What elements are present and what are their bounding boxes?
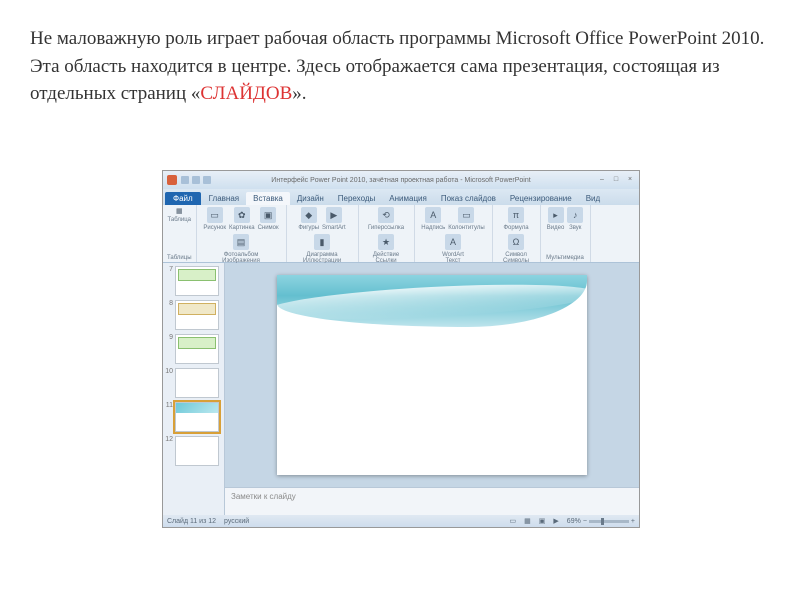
close-button[interactable]: ×: [625, 176, 635, 184]
notes-pane[interactable]: Заметки к слайду: [225, 487, 639, 515]
video-icon[interactable]: ▸: [548, 207, 564, 223]
zoom-slider[interactable]: [589, 520, 629, 523]
ribbon-group-illustrations: ◆Фигуры ▶SmartArt ▮Диаграмма Иллюстрации: [287, 205, 359, 262]
desc-highlight: СЛАЙДОВ: [200, 83, 292, 104]
thumbnail-10[interactable]: 10: [165, 368, 222, 398]
page-description: Не маловажную роль играет рабочая област…: [0, 0, 800, 118]
chart-icon[interactable]: ▮: [314, 234, 330, 250]
view-sorter-icon[interactable]: ▦: [524, 517, 531, 525]
audio-icon[interactable]: ♪: [567, 207, 583, 223]
window-title: Интерфейс Power Point 2010, зачётная про…: [271, 177, 530, 184]
zoom-in-icon[interactable]: +: [631, 518, 635, 525]
ribbon-group-tables: ▦ Таблица Таблицы: [163, 205, 197, 262]
table-label: Таблица: [167, 217, 191, 223]
thumbnail-7[interactable]: 7: [165, 266, 222, 296]
tab-review[interactable]: Рецензирование: [503, 192, 579, 205]
tab-slideshow[interactable]: Показ слайдов: [434, 192, 503, 205]
tab-file[interactable]: Файл: [165, 192, 201, 205]
titlebar: Интерфейс Power Point 2010, зачётная про…: [163, 171, 639, 189]
tab-home[interactable]: Главная: [202, 192, 246, 205]
ribbon-group-text: AНадпись ▭Колонтитулы AWordArt Текст: [415, 205, 493, 262]
slide-editing-area[interactable]: [225, 263, 639, 487]
zoom-control[interactable]: 69% − +: [567, 518, 635, 525]
qat-redo-icon[interactable]: [203, 176, 211, 184]
clipart-icon[interactable]: ✿: [234, 207, 250, 223]
language-indicator[interactable]: русский: [224, 518, 249, 525]
view-slideshow-icon[interactable]: ▶: [553, 517, 558, 525]
thumbnail-12[interactable]: 12: [165, 436, 222, 466]
group-tables-label: Таблицы: [167, 255, 192, 261]
minimize-button[interactable]: –: [597, 176, 607, 184]
ribbon-group-images: ▭Рисунок ✿Картинка ▣Снимок ▤Фотоальбом И…: [197, 205, 287, 262]
slide-counter: Слайд 11 из 12: [167, 518, 216, 525]
header-footer-icon[interactable]: ▭: [458, 207, 474, 223]
thumbnail-11[interactable]: 11: [165, 402, 222, 432]
tab-animation[interactable]: Анимация: [382, 192, 434, 205]
shapes-icon[interactable]: ◆: [301, 207, 317, 223]
ribbon-tabs: Файл Главная Вставка Дизайн Переходы Ани…: [163, 189, 639, 205]
group-media-label: Мультимедиа: [546, 255, 584, 261]
current-slide[interactable]: [277, 275, 587, 475]
quick-access-toolbar: [181, 176, 211, 184]
table-icon[interactable]: ▦: [176, 207, 183, 215]
smartart-icon[interactable]: ▶: [326, 207, 342, 223]
hyperlink-icon[interactable]: ⟲: [378, 207, 394, 223]
zoom-value: 69%: [567, 518, 581, 525]
thumbnail-8[interactable]: 8: [165, 300, 222, 330]
maximize-button[interactable]: □: [611, 176, 621, 184]
app-logo-icon: [167, 175, 177, 185]
view-normal-icon[interactable]: ▭: [510, 517, 517, 525]
view-reading-icon[interactable]: ▣: [539, 517, 546, 525]
textbox-icon[interactable]: A: [425, 207, 441, 223]
powerpoint-window: Интерфейс Power Point 2010, зачётная про…: [162, 170, 640, 528]
notes-placeholder: Заметки к слайду: [231, 492, 296, 501]
ribbon-group-links: ⟲Гиперссылка ★Действие Ссылки: [359, 205, 415, 262]
statusbar: Слайд 11 из 12 русский ▭ ▦ ▣ ▶ 69% − +: [163, 515, 639, 527]
tab-view[interactable]: Вид: [579, 192, 607, 205]
main-panel: Заметки к слайду: [225, 263, 639, 515]
action-icon[interactable]: ★: [378, 234, 394, 250]
desc-text-1: Не маловажную роль играет рабочая област…: [30, 28, 764, 104]
desc-text-2: ».: [292, 83, 306, 104]
window-controls: – □ ×: [597, 176, 635, 184]
photoalbum-icon[interactable]: ▤: [233, 234, 249, 250]
slide-thumbnail-panel[interactable]: 7 8 9 10 11 12: [163, 263, 225, 515]
symbol-icon[interactable]: Ω: [508, 234, 524, 250]
ribbon-group-symbols: πФормула ΩСимвол Символы: [493, 205, 541, 262]
workarea: 7 8 9 10 11 12 Заметки к слайду: [163, 263, 639, 515]
picture-icon[interactable]: ▭: [207, 207, 223, 223]
zoom-out-icon[interactable]: −: [583, 518, 587, 525]
tab-design[interactable]: Дизайн: [290, 192, 331, 205]
wordart-icon[interactable]: A: [445, 234, 461, 250]
ribbon: ▦ Таблица Таблицы ▭Рисунок ✿Картинка ▣Сн…: [163, 205, 639, 263]
tab-insert[interactable]: Вставка: [246, 192, 290, 205]
qat-undo-icon[interactable]: [192, 176, 200, 184]
screenshot-icon[interactable]: ▣: [260, 207, 276, 223]
tab-transitions[interactable]: Переходы: [331, 192, 383, 205]
equation-icon[interactable]: π: [508, 207, 524, 223]
thumbnail-9[interactable]: 9: [165, 334, 222, 364]
qat-save-icon[interactable]: [181, 176, 189, 184]
ribbon-group-media: ▸Видео ♪Звук Мультимедиа: [541, 205, 591, 262]
